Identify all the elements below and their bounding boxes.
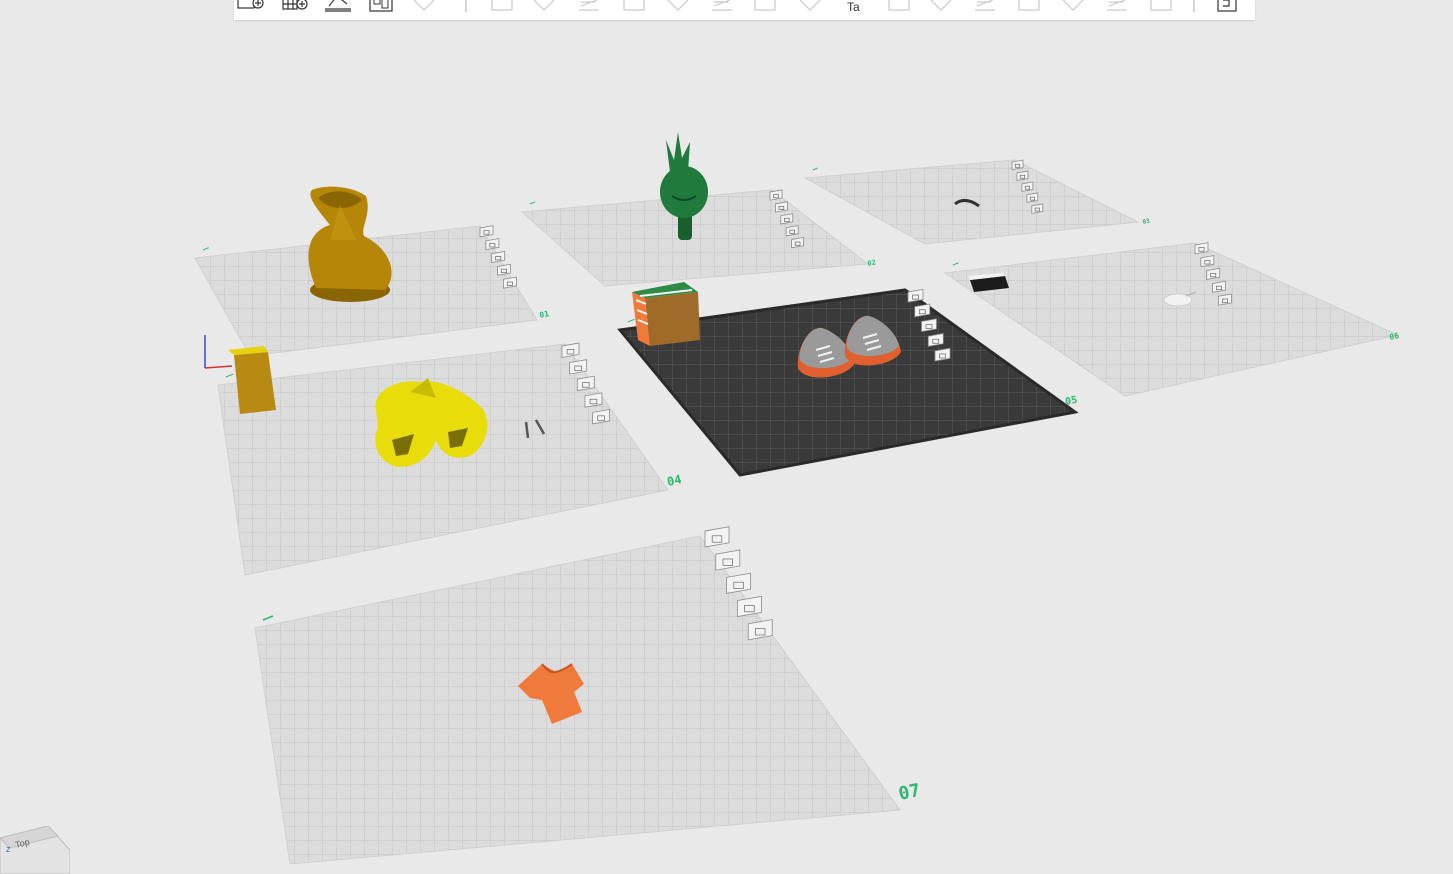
view-cube[interactable]: Z Top [0, 826, 70, 874]
plate-settings-icon[interactable] [791, 236, 804, 249]
plate-name-edit-icon[interactable] [627, 318, 635, 323]
arrange-plate-icon[interactable] [576, 375, 595, 392]
plate-name-edit-icon[interactable] [952, 262, 959, 266]
plate-bed [254, 535, 901, 864]
close-plate-icon[interactable] [769, 189, 783, 201]
plate-name-edit-icon[interactable] [262, 615, 274, 621]
close-plate-icon[interactable] [704, 526, 730, 548]
arrange-plate-icon[interactable] [491, 250, 506, 263]
3d-viewport[interactable]: 01 02 03 04 05 06 07 [0, 0, 1453, 864]
plate-03[interactable]: 03 [803, 159, 1151, 245]
close-plate-icon[interactable] [907, 288, 924, 303]
plate-number-label: 03 [1142, 218, 1151, 226]
arrange-plate-icon[interactable] [726, 572, 751, 594]
plate-settings-icon[interactable] [1218, 293, 1232, 306]
plate-settings-icon[interactable] [502, 276, 517, 289]
close-plate-icon[interactable] [1011, 159, 1024, 171]
lock-plate-icon[interactable] [497, 263, 511, 276]
arrange-plate-icon[interactable] [921, 318, 937, 333]
arrange-plate-icon[interactable] [780, 213, 794, 225]
plate-name-edit-icon[interactable] [225, 373, 234, 378]
plate-number-label: 06 [1389, 331, 1400, 342]
plate-number-label: 02 [867, 258, 877, 268]
multi-color-cube-model[interactable] [632, 282, 700, 346]
lock-plate-icon[interactable] [584, 392, 603, 408]
auto-orient-plate-icon[interactable] [1016, 170, 1029, 181]
plate-name-edit-icon[interactable] [529, 201, 536, 205]
lock-plate-icon[interactable] [785, 225, 799, 237]
auto-orient-plate-icon[interactable] [715, 549, 741, 571]
plate-number-label: 01 [539, 309, 550, 320]
arrange-plate-icon[interactable] [1021, 181, 1034, 192]
auto-orient-plate-icon[interactable] [914, 303, 931, 318]
auto-orient-plate-icon[interactable] [775, 201, 788, 213]
auto-orient-plate-icon[interactable] [485, 238, 500, 251]
coordinate-axes [204, 335, 233, 369]
plate-number-label: 05 [1064, 395, 1078, 408]
plate-number-label: 07 [897, 780, 923, 805]
plate-04[interactable]: 04 [217, 342, 683, 576]
lock-plate-icon[interactable] [1026, 192, 1039, 203]
plate-settings-icon[interactable] [934, 347, 951, 362]
plate-settings-icon[interactable] [1031, 203, 1044, 214]
auto-orient-plate-icon[interactable] [569, 359, 588, 375]
lock-plate-icon[interactable] [927, 333, 944, 347]
plate-name-edit-icon[interactable] [202, 247, 209, 251]
plate-number-label: 04 [666, 472, 683, 489]
plate-bed [217, 343, 669, 576]
plate-settings-icon[interactable] [592, 408, 610, 425]
view-cube-axis-label: Z [6, 847, 11, 854]
close-plate-icon[interactable] [561, 342, 580, 358]
close-plate-icon[interactable] [1194, 242, 1209, 255]
arrange-plate-icon[interactable] [1206, 267, 1221, 280]
lock-plate-icon[interactable] [1212, 280, 1226, 293]
close-plate-icon[interactable] [479, 225, 494, 238]
plate-name-edit-icon[interactable] [812, 167, 818, 171]
auto-orient-plate-icon[interactable] [1200, 255, 1215, 268]
plate-07[interactable]: 07 [254, 526, 923, 864]
